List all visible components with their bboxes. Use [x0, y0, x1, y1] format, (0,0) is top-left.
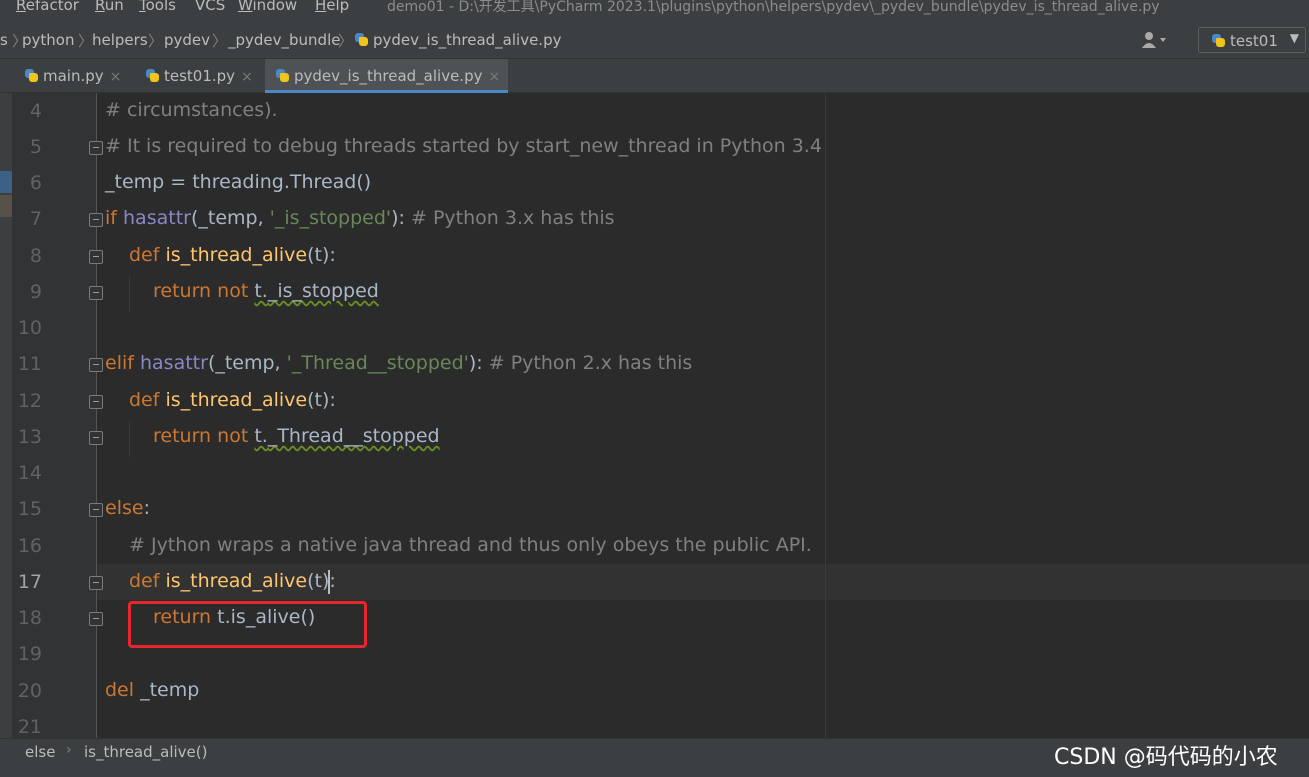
line-number: 18 [17, 607, 42, 629]
menu-tools[interactable]: Tools [139, 0, 176, 14]
line-number: 11 [17, 353, 42, 375]
code-line-20: del _temp [105, 679, 200, 701]
code-line-17: def is_thread_alive(t): [129, 570, 336, 592]
breadcrumb-pydev[interactable]: pydev [164, 31, 210, 49]
breadcrumb-current-file[interactable]: pydev_is_thread_alive.py [354, 31, 561, 49]
python-file-icon [24, 68, 39, 83]
right-margin-guide [825, 93, 826, 738]
breadcrumb-pydev-bundle[interactable]: _pydev_bundle [228, 31, 340, 49]
line-number-current: 17 [17, 571, 42, 593]
breadcrumb-python[interactable]: python [22, 31, 74, 49]
line-number: 20 [17, 680, 42, 702]
csdn-watermark: CSDN @码代码的小农 [1054, 745, 1278, 770]
navigation-bar: s 〉 python 〉 helpers 〉 pydev 〉 _pydev_bu… [0, 22, 1309, 59]
fold-marker-icon[interactable] [89, 358, 103, 372]
text-cursor [328, 570, 330, 594]
status-breadcrumb-function[interactable]: is_thread_alive() [84, 743, 208, 761]
code-line-6: _temp = threading.Thread() [105, 171, 372, 193]
line-number: 16 [17, 535, 42, 557]
tab-main-py[interactable]: main.py × [24, 59, 136, 93]
user-icon [1142, 32, 1166, 48]
breadcrumb-chevron-icon: › [66, 742, 72, 758]
menu-run[interactable]: Run [95, 0, 124, 14]
breadcrumb-chevron-icon: 〉 [78, 32, 94, 50]
fold-marker-icon[interactable] [89, 431, 103, 445]
chevron-down-icon: ▼ [1289, 31, 1299, 45]
breadcrumb-chevron-icon: 〉 [212, 32, 228, 50]
line-number: 15 [17, 498, 42, 520]
left-tool-strip [0, 93, 12, 738]
line-number: 9 [29, 281, 42, 303]
code-line-12: def is_thread_alive(t): [129, 389, 336, 411]
tab-test01-py[interactable]: test01.py × [145, 59, 263, 93]
line-number: 10 [17, 317, 42, 339]
close-icon[interactable]: × [241, 69, 253, 85]
fold-marker-icon[interactable] [89, 576, 103, 590]
indent-guide [129, 276, 130, 312]
fold-marker-icon[interactable] [89, 213, 103, 227]
status-bar: else › is_thread_alive() CSDN @码代码的小农 [0, 738, 1309, 777]
tab-pydev-is-thread-alive-py[interactable]: pydev_is_thread_alive.py × [265, 59, 508, 93]
line-number: 21 [17, 716, 42, 738]
tool-window-marker[interactable] [0, 195, 12, 217]
menu-bar: Refactor Run Tools VCS Window Help demo0… [0, 0, 1309, 22]
line-number: 14 [17, 462, 42, 484]
code-line-8: def is_thread_alive(t): [129, 244, 336, 266]
gutter-divider [96, 93, 97, 738]
breadcrumb-helpers[interactable]: helpers [92, 31, 148, 49]
menu-vcs[interactable]: VCS [195, 0, 225, 14]
fold-marker-icon[interactable] [89, 250, 103, 264]
line-number: 5 [29, 136, 42, 158]
fold-marker-icon[interactable] [89, 503, 103, 517]
code-line-9: return not t._is_stopped [153, 280, 379, 302]
fold-marker-icon[interactable] [89, 286, 103, 300]
fold-marker-icon[interactable] [89, 612, 103, 626]
code-line-4: # circumstances). [105, 99, 278, 121]
breadcrumb-chevron-icon: 〉 [338, 32, 354, 50]
window-title: demo01 - D:\开发工具\PyCharm 2023.1\plugins\… [387, 0, 1160, 15]
code-line-15: else: [105, 497, 150, 519]
status-breadcrumb-else[interactable]: else [25, 743, 55, 761]
user-menu-button[interactable] [1140, 30, 1180, 52]
close-icon[interactable]: × [110, 69, 122, 85]
code-line-5: # It is required to debug threads starte… [105, 135, 822, 157]
python-file-icon [354, 32, 369, 47]
code-line-16: # Jython wraps a native java thread and … [129, 534, 812, 556]
fold-marker-icon[interactable] [89, 141, 103, 155]
menu-help[interactable]: Help [315, 0, 349, 14]
fold-marker-icon[interactable] [89, 395, 103, 409]
line-number: 12 [17, 390, 42, 412]
code-editor[interactable]: 4 5 6 7 8 9 10 11 12 13 14 15 16 17 18 1… [12, 93, 1309, 738]
menu-window[interactable]: Window [238, 0, 297, 14]
code-line-13: return not t._Thread__stopped [153, 425, 440, 447]
run-config-selector[interactable]: test01 ▼ [1198, 27, 1306, 53]
python-file-icon [145, 68, 160, 83]
line-number: 13 [17, 426, 42, 448]
code-line-7: if hasattr(_temp, '_is_stopped'): # Pyth… [105, 207, 615, 229]
breadcrumb-partial[interactable]: s [0, 31, 8, 49]
editor-tab-bar: main.py × test01.py × pydev_is_thread_aliv… [0, 59, 1309, 93]
annotation-highlight-box [128, 601, 367, 648]
close-icon[interactable]: × [488, 69, 500, 85]
python-file-icon [275, 68, 290, 83]
indent-guide [129, 421, 130, 457]
code-line-11: elif hasattr(_temp, '_Thread__stopped'):… [105, 352, 693, 374]
python-file-icon [1211, 33, 1226, 48]
line-number: 8 [29, 245, 42, 267]
line-number: 6 [29, 172, 42, 194]
line-number: 19 [17, 643, 42, 665]
line-number: 7 [29, 208, 42, 230]
menu-refactor[interactable]: Refactor [16, 0, 79, 14]
tool-window-marker[interactable] [0, 171, 12, 193]
breadcrumb-chevron-icon: 〉 [148, 32, 164, 50]
line-number: 4 [29, 100, 42, 122]
